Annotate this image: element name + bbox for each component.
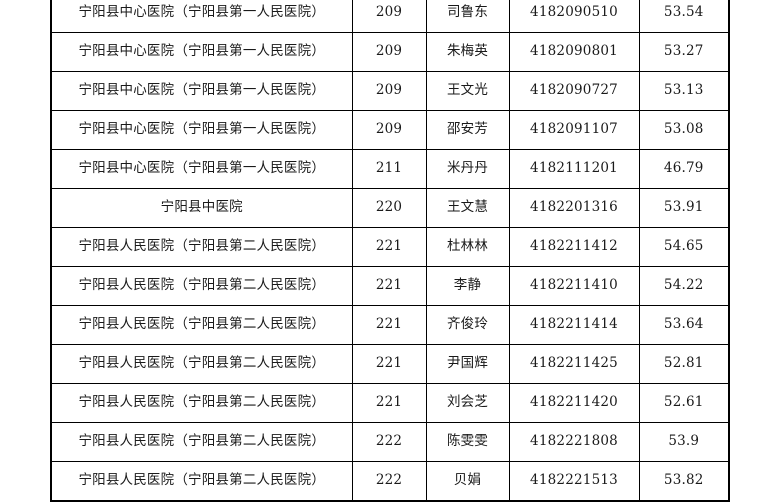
cell-score: 53.54 xyxy=(638,0,730,33)
table-row: 宁阳县人民医院（宁阳县第二人民医院） 221 尹国辉 4182211425 52.81 xyxy=(50,344,730,384)
cell-org: 宁阳县中心医院（宁阳县第一人民医院） xyxy=(50,149,353,189)
cell-score: 54.65 xyxy=(638,227,730,267)
cell-id: 4182211410 xyxy=(508,266,640,306)
cell-code: 222 xyxy=(351,461,427,502)
cell-score: 54.22 xyxy=(638,266,730,306)
cell-name: 齐俊玲 xyxy=(425,305,510,345)
table-row: 宁阳县人民医院（宁阳县第二人民医院） 221 刘会芝 4182211420 52.61 xyxy=(50,383,730,423)
cell-id: 4182211412 xyxy=(508,227,640,267)
table-row: 宁阳县中心医院（宁阳县第一人民医院） 209 朱梅英 4182090801 53.27 xyxy=(50,32,730,72)
cell-code: 221 xyxy=(351,305,427,345)
cell-org: 宁阳县中医院 xyxy=(50,188,353,228)
cell-org: 宁阳县中心医院（宁阳县第一人民医院） xyxy=(50,110,353,150)
cell-name: 李静 xyxy=(425,266,510,306)
cell-id: 4182090727 xyxy=(508,71,640,111)
cell-score: 46.79 xyxy=(638,149,730,189)
cell-org: 宁阳县人民医院（宁阳县第二人民医院） xyxy=(50,383,353,423)
cell-code: 211 xyxy=(351,149,427,189)
table-row: 宁阳县中医院 220 王文慧 4182201316 53.91 xyxy=(50,188,730,228)
table-row: 宁阳县人民医院（宁阳县第二人民医院） 221 李静 4182211410 54.22 xyxy=(50,266,730,306)
cell-code: 221 xyxy=(351,344,427,384)
cell-score: 53.9 xyxy=(638,422,730,462)
cell-score: 53.13 xyxy=(638,71,730,111)
table-row: 宁阳县中心医院（宁阳县第一人民医院） 209 司鲁东 4182090510 53.54 xyxy=(50,0,730,33)
cell-code: 209 xyxy=(351,71,427,111)
candidate-roster-table: 宁阳县中心医院（宁阳县第一人民医院） 209 司鲁东 4182090510 53.54 宁… xyxy=(50,0,730,502)
cell-name: 杜林林 xyxy=(425,227,510,267)
cell-id: 4182111201 xyxy=(508,149,640,189)
cell-name: 王文慧 xyxy=(425,188,510,228)
cell-org: 宁阳县人民医院（宁阳县第二人民医院） xyxy=(50,305,353,345)
table-row: 宁阳县人民医院（宁阳县第二人民医院） 221 杜林林 4182211412 54.65 xyxy=(50,227,730,267)
cell-code: 222 xyxy=(351,422,427,462)
table-row: 宁阳县中心医院（宁阳县第一人民医院） 209 王文光 4182090727 53.13 xyxy=(50,71,730,111)
cell-id: 4182221513 xyxy=(508,461,640,502)
cell-id: 4182090510 xyxy=(508,0,640,33)
cell-org: 宁阳县中心医院（宁阳县第一人民医院） xyxy=(50,32,353,72)
cell-name: 米丹丹 xyxy=(425,149,510,189)
cell-name: 陈雯雯 xyxy=(425,422,510,462)
document-page: 宁阳县中心医院（宁阳县第一人民医院） 209 司鲁东 4182090510 53.54 宁… xyxy=(0,0,780,502)
cell-org: 宁阳县人民医院（宁阳县第二人民医院） xyxy=(50,422,353,462)
cell-code: 209 xyxy=(351,110,427,150)
cell-id: 4182211420 xyxy=(508,383,640,423)
table-body: 宁阳县中心医院（宁阳县第一人民医院） 209 司鲁东 4182090510 53.54 宁… xyxy=(50,0,730,502)
cell-name: 司鲁东 xyxy=(425,0,510,33)
cell-name: 贝娟 xyxy=(425,461,510,502)
cell-id: 4182090801 xyxy=(508,32,640,72)
table-row: 宁阳县人民医院（宁阳县第二人民医院） 222 贝娟 4182221513 53.82 xyxy=(50,461,730,502)
cell-code: 221 xyxy=(351,266,427,306)
cell-name: 尹国辉 xyxy=(425,344,510,384)
cell-score: 53.64 xyxy=(638,305,730,345)
cell-org: 宁阳县人民医院（宁阳县第二人民医院） xyxy=(50,344,353,384)
cell-id: 4182091107 xyxy=(508,110,640,150)
cell-code: 221 xyxy=(351,383,427,423)
cell-id: 4182211425 xyxy=(508,344,640,384)
cell-code: 209 xyxy=(351,32,427,72)
cell-code: 220 xyxy=(351,188,427,228)
cell-score: 52.61 xyxy=(638,383,730,423)
cell-id: 4182211414 xyxy=(508,305,640,345)
cell-org: 宁阳县人民医院（宁阳县第二人民医院） xyxy=(50,461,353,502)
cell-name: 邵安芳 xyxy=(425,110,510,150)
cell-score: 53.08 xyxy=(638,110,730,150)
cell-code: 221 xyxy=(351,227,427,267)
cell-name: 朱梅英 xyxy=(425,32,510,72)
cell-org: 宁阳县人民医院（宁阳县第二人民医院） xyxy=(50,227,353,267)
cell-org: 宁阳县中心医院（宁阳县第一人民医院） xyxy=(50,71,353,111)
cell-score: 53.82 xyxy=(638,461,730,502)
cell-org: 宁阳县中心医院（宁阳县第一人民医院） xyxy=(50,0,353,33)
cell-name: 刘会芝 xyxy=(425,383,510,423)
table-row: 宁阳县中心医院（宁阳县第一人民医院） 209 邵安芳 4182091107 53.08 xyxy=(50,110,730,150)
table-row: 宁阳县人民医院（宁阳县第二人民医院） 221 齐俊玲 4182211414 53.64 xyxy=(50,305,730,345)
table-row: 宁阳县中心医院（宁阳县第一人民医院） 211 米丹丹 4182111201 46.79 xyxy=(50,149,730,189)
cell-name: 王文光 xyxy=(425,71,510,111)
cell-score: 53.27 xyxy=(638,32,730,72)
cell-id: 4182201316 xyxy=(508,188,640,228)
table-row: 宁阳县人民医院（宁阳县第二人民医院） 222 陈雯雯 4182221808 53.9 xyxy=(50,422,730,462)
cell-score: 52.81 xyxy=(638,344,730,384)
cell-code: 209 xyxy=(351,0,427,33)
cell-score: 53.91 xyxy=(638,188,730,228)
cell-id: 4182221808 xyxy=(508,422,640,462)
cell-org: 宁阳县人民医院（宁阳县第二人民医院） xyxy=(50,266,353,306)
